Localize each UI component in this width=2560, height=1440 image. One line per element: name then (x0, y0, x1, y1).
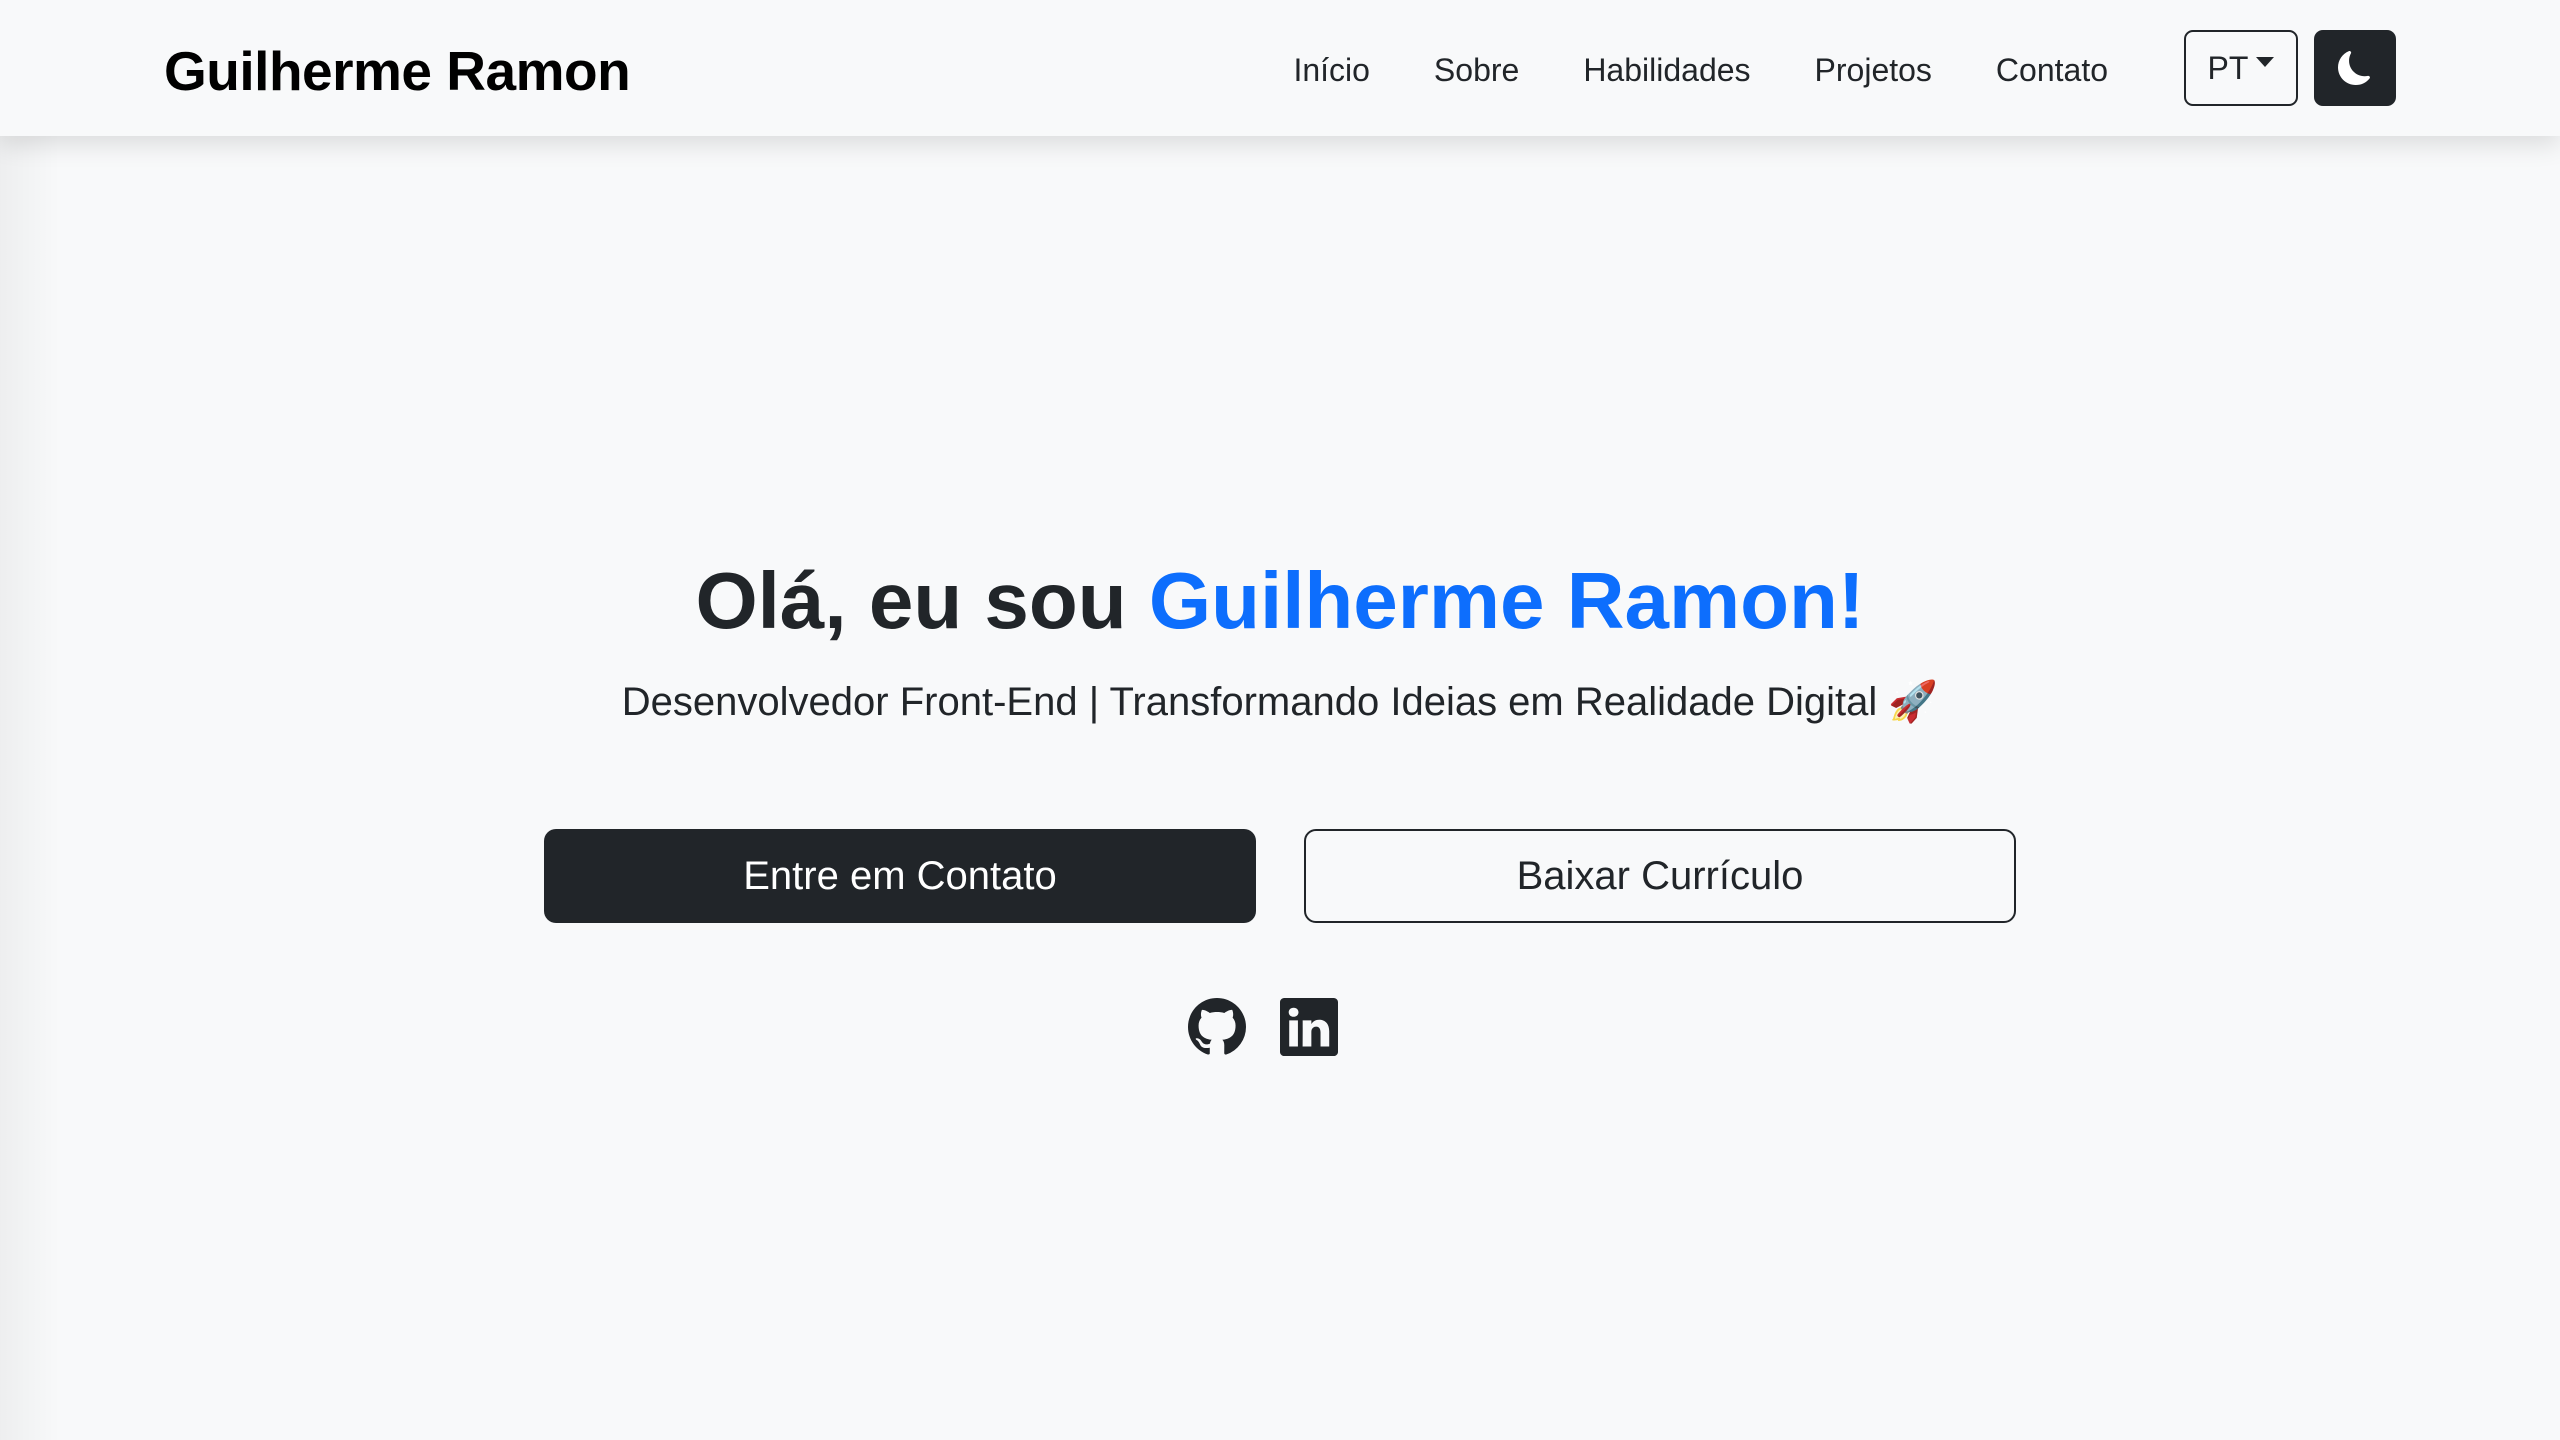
hero-greeting: Olá, eu sou (695, 556, 1149, 645)
hero-name: Guilherme Ramon! (1148, 556, 1865, 645)
nav-links: Início Sobre Habilidades Projetos Contat… (1261, 44, 2140, 96)
linkedin-icon[interactable] (1280, 998, 1338, 1056)
nav-item-projetos[interactable]: Projetos (1783, 44, 1964, 96)
language-dropdown-button[interactable]: PT (2184, 30, 2298, 106)
hero-section: Olá, eu sou Guilherme Ramon! Desenvolved… (0, 136, 2560, 1440)
social-links (1188, 998, 1338, 1056)
theme-toggle-button[interactable] (2314, 30, 2396, 106)
hero-subtitle: Desenvolvedor Front-End | Transformando … (621, 680, 1939, 724)
page-edge-shadow (0, 0, 60, 1440)
nav-item-inicio[interactable]: Início (1261, 44, 1401, 96)
contact-button[interactable]: Entre em Contato (544, 829, 1256, 923)
language-label: PT (2207, 49, 2249, 86)
hero-headline: Olá, eu sou Guilherme Ramon! (0, 546, 2560, 656)
nav-item-habilidades[interactable]: Habilidades (1551, 44, 1782, 96)
caret-down-icon (2256, 57, 2275, 67)
top-navbar: Guilherme Ramon Início Sobre Habilidades… (0, 0, 2560, 136)
download-resume-button[interactable]: Baixar Currículo (1304, 829, 2016, 923)
brand-logo[interactable]: Guilherme Ramon (164, 36, 631, 106)
github-icon[interactable] (1188, 998, 1246, 1056)
nav-item-sobre[interactable]: Sobre (1402, 44, 1551, 96)
nav-item-contato[interactable]: Contato (1964, 44, 2140, 96)
moon-icon (2338, 51, 2370, 85)
